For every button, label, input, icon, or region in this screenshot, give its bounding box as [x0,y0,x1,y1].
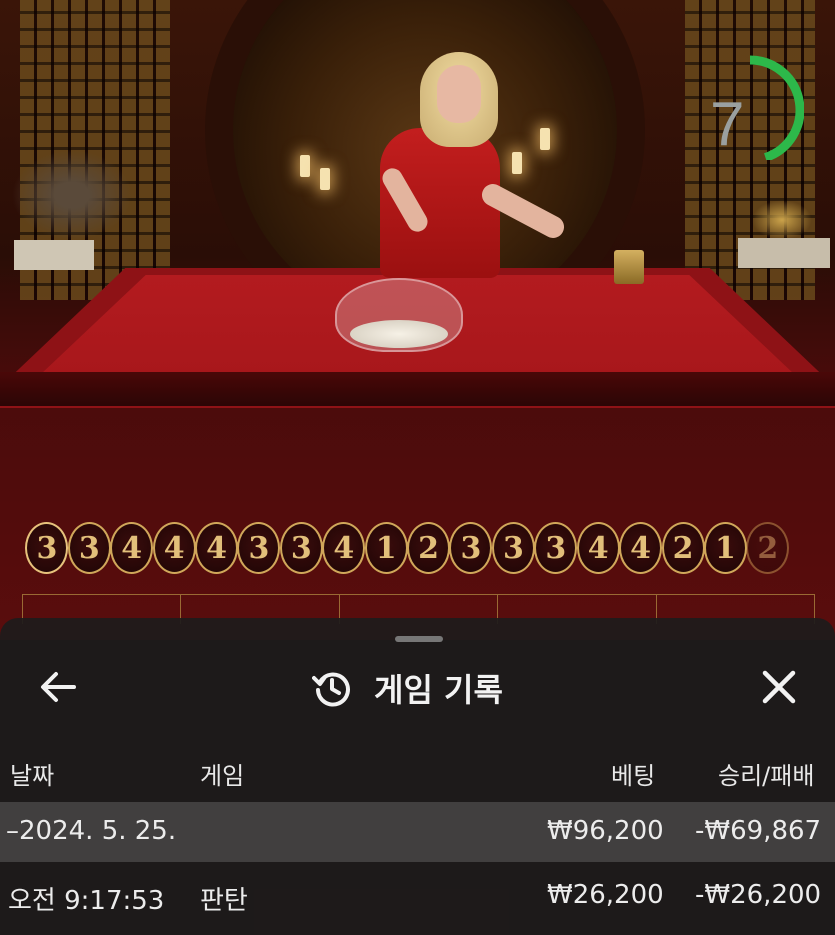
result-ball: 4 [110,522,154,574]
candle [540,128,550,150]
result-ball: 3 [25,522,69,574]
result-ball: 3 [449,522,493,574]
entry-time: 오전 9:17:53 [8,886,165,916]
result-ball: 3 [491,522,535,574]
result-ball: 3 [279,522,323,574]
game-history-sheet: 게임 기록 날짜 게임 베팅 승리/패배 –2024. 5. 25. ₩96,2… [0,618,835,935]
dragon-statue [752,200,812,240]
dealer-face [437,65,481,123]
arrow-left-icon [41,672,76,702]
gold-cup [614,250,644,284]
bonsai-plant [12,150,132,240]
timer-seconds: 7 [710,90,745,159]
countdown-timer: 7 [700,30,804,160]
result-ball: 2 [746,522,790,574]
sheet-title-group: 게임 기록 [312,662,503,714]
column-header-bet: 베팅 [611,762,656,790]
candle [512,152,522,174]
entry-game: 판탄 [200,886,248,916]
date-group-winloss-total: -₩69,867 [695,816,822,846]
date-group-row[interactable]: –2024. 5. 25. ₩96,200 -₩69,867 [0,802,835,862]
date-group-bet-total: ₩96,200 [547,816,664,846]
table-edge [0,372,835,406]
result-ball: 2 [661,522,705,574]
result-ball: 4 [322,522,366,574]
candle [300,155,310,177]
sheet-drag-handle[interactable] [395,636,443,642]
close-icon [762,670,796,704]
result-ball: 4 [619,522,663,574]
result-ball: 4 [576,522,620,574]
history-entry-row[interactable]: 오전 9:17:53 판탄 ₩26,200 -₩26,200 [0,866,835,926]
column-header-date: 날짜 [10,762,55,790]
result-ball: 4 [152,522,196,574]
result-ball: 4 [195,522,239,574]
result-ball: 1 [364,522,408,574]
result-ball: 3 [534,522,578,574]
candle [320,168,330,190]
entry-bet: ₩26,200 [547,880,664,910]
sheet-title: 게임 기록 [374,671,503,709]
result-ball: 2 [407,522,451,574]
close-button[interactable] [756,664,802,710]
result-ball: 1 [703,522,747,574]
result-history-road: 334443341233344212 [25,522,835,576]
plant-pot [14,240,94,270]
statue-stand [738,238,830,268]
entry-winloss: -₩26,200 [695,880,822,910]
sheet-header: 게임 기록 [0,658,835,714]
column-header-winloss: 승리/패배 [718,762,815,790]
result-ball: 3 [67,522,111,574]
back-button[interactable] [36,664,82,710]
date-group-date: –2024. 5. 25. [6,816,177,846]
history-icon [312,672,350,707]
column-header-game: 게임 [200,762,245,790]
result-ball: 3 [237,522,281,574]
beads-pile [350,320,448,348]
